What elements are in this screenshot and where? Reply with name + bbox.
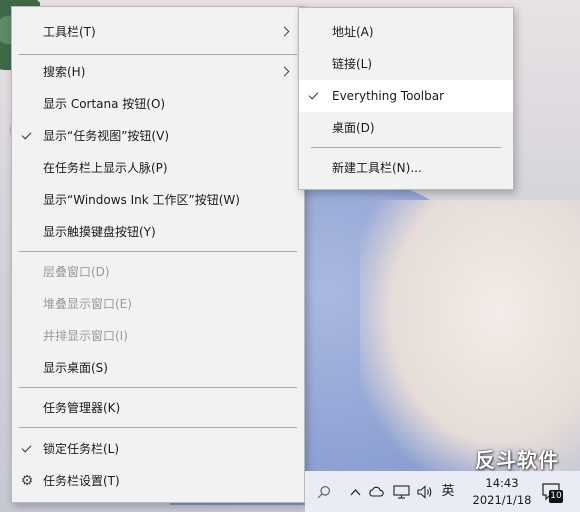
menu-item-label: 链接(L) <box>332 57 373 71</box>
menu-separator <box>19 251 297 252</box>
menu-item-label: 工具栏(T) <box>43 25 96 39</box>
menu-item-label: 显示 Cortana 按钮(O) <box>43 97 166 111</box>
submenu-item-links[interactable]: 链接(L) <box>299 48 513 80</box>
menu-item-label: 并排显示窗口(I) <box>43 329 128 343</box>
wallpaper-light-area <box>360 200 580 480</box>
clock-time: 14:43 <box>485 476 519 490</box>
search-icon[interactable] <box>313 471 335 512</box>
checkmark-icon <box>308 89 319 100</box>
menu-item-show-desktop[interactable]: 显示桌面(S) <box>12 352 304 384</box>
taskbar-context-menu: 工具栏(T) 搜索(H) 显示 Cortana 按钮(O) 显示“任务视图”按钮… <box>11 6 305 503</box>
checkmark-icon <box>21 442 32 453</box>
menu-item-show-task-view[interactable]: 显示“任务视图”按钮(V) <box>12 120 304 152</box>
menu-item-label: 在任务栏上显示人脉(P) <box>43 161 168 175</box>
notification-icon[interactable]: 10 <box>541 481 563 503</box>
menu-item-show-people[interactable]: 在任务栏上显示人脉(P) <box>12 152 304 184</box>
volume-icon[interactable] <box>416 471 434 512</box>
chevron-right-icon <box>279 66 290 77</box>
menu-item-task-manager[interactable]: 任务管理器(K) <box>12 392 304 424</box>
submenu-item-desktop[interactable]: 桌面(D) <box>299 112 513 144</box>
submenu-item-new-toolbar[interactable]: 新建工具栏(N)... <box>299 152 513 184</box>
clock-date: 2021/1/18 <box>472 493 532 507</box>
menu-item-label: 地址(A) <box>332 25 374 39</box>
taskbar: 英 14:43 2021/1/18 10 <box>305 471 580 512</box>
menu-item-cascade-windows: 层叠窗口(D) <box>12 256 304 288</box>
notification-count-badge: 10 <box>549 490 563 503</box>
menu-item-label: 新建工具栏(N)... <box>332 161 422 175</box>
toolbars-submenu: 地址(A) 链接(L) Everything Toolbar 桌面(D) 新建工… <box>298 7 514 190</box>
menu-separator <box>311 147 501 148</box>
checkmark-icon <box>21 129 32 140</box>
menu-item-label: 桌面(D) <box>332 121 375 135</box>
cloud-icon[interactable] <box>367 471 385 512</box>
menu-item-search[interactable]: 搜索(H) <box>12 56 304 88</box>
menu-item-label: 显示“Windows Ink 工作区”按钮(W) <box>43 193 240 207</box>
menu-item-label: 层叠窗口(D) <box>43 265 110 279</box>
menu-item-label: 锁定任务栏(L) <box>43 442 120 456</box>
submenu-item-address[interactable]: 地址(A) <box>299 16 513 48</box>
menu-separator <box>19 54 297 55</box>
gear-icon: ⚙ <box>20 473 34 489</box>
menu-item-label: 显示“任务视图”按钮(V) <box>43 129 170 143</box>
menu-item-show-touch-keyboard[interactable]: 显示触摸键盘按钮(Y) <box>12 216 304 248</box>
menu-item-lock-taskbar[interactable]: 锁定任务栏(L) <box>12 433 304 465</box>
menu-item-label: 搜索(H) <box>43 65 86 79</box>
menu-separator <box>19 387 297 388</box>
menu-item-side-by-side: 并排显示窗口(I) <box>12 320 304 352</box>
menu-item-label: 堆叠显示窗口(E) <box>43 297 132 311</box>
menu-item-toolbars[interactable]: 工具栏(T) <box>12 16 304 48</box>
submenu-item-everything-toolbar[interactable]: Everything Toolbar <box>299 80 513 112</box>
chevron-right-icon <box>279 26 290 37</box>
menu-item-taskbar-settings[interactable]: ⚙ 任务栏设置(T) <box>12 465 304 497</box>
menu-item-stack-windows: 堆叠显示窗口(E) <box>12 288 304 320</box>
menu-item-label: 任务管理器(K) <box>43 401 121 415</box>
menu-separator <box>19 427 297 428</box>
menu-item-show-windows-ink[interactable]: 显示“Windows Ink 工作区”按钮(W) <box>12 184 304 216</box>
menu-item-label: 显示桌面(S) <box>43 361 108 375</box>
taskbar-clock[interactable]: 14:43 2021/1/18 <box>467 475 537 509</box>
menu-item-show-cortana[interactable]: 显示 Cortana 按钮(O) <box>12 88 304 120</box>
menu-item-label: 任务栏设置(T) <box>43 474 120 488</box>
menu-item-label: 显示触摸键盘按钮(Y) <box>43 225 156 239</box>
chevron-up-icon[interactable] <box>348 471 362 512</box>
ime-language-indicator[interactable]: 英 <box>440 471 456 512</box>
network-icon[interactable] <box>391 471 411 512</box>
menu-item-label: Everything Toolbar <box>332 89 444 103</box>
watermark-text: 反斗软件 <box>475 448 559 472</box>
